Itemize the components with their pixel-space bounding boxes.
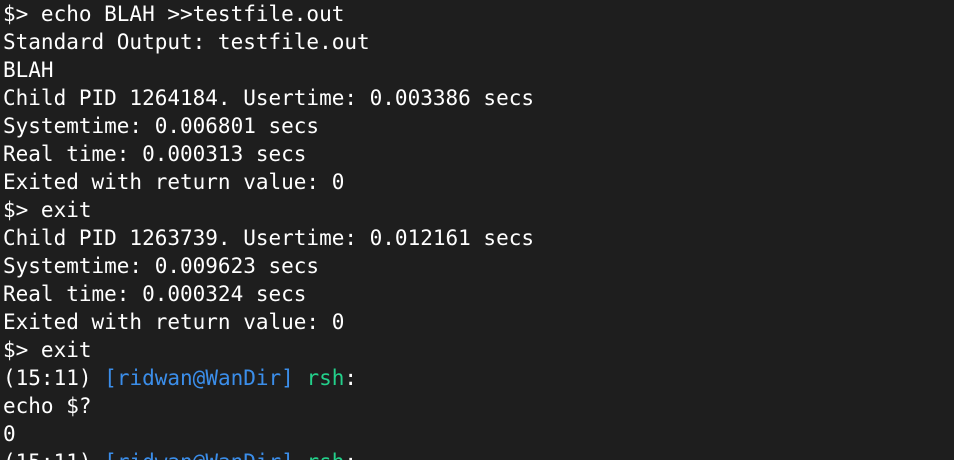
- terminal-line: $> echo BLAH >>testfile.out: [3, 2, 345, 26]
- terminal-line: Exited with return value: 0: [3, 310, 345, 334]
- terminal-line: Systemtime: 0.009623 secs: [3, 254, 320, 278]
- terminal-line: BLAH: [3, 58, 54, 82]
- terminal-line: Systemtime: 0.006801 secs: [3, 114, 320, 138]
- shell-prompt: (15:11) [ridwan@WanDir] rsh:: [3, 448, 954, 460]
- prompt-colon: :: [344, 366, 358, 390]
- prompt-time: (15:11): [3, 366, 92, 390]
- terminal-line: Real time: 0.000324 secs: [3, 282, 307, 306]
- prompt-time: (15:11): [3, 450, 92, 460]
- prompt-cwd: rsh: [306, 366, 345, 390]
- prompt-user-host: [ridwan@WanDir]: [104, 366, 294, 390]
- terminal-line: Exited with return value: 0: [3, 170, 345, 194]
- terminal-line: $> exit: [3, 338, 92, 362]
- prompt-colon: :: [344, 450, 357, 460]
- terminal-line: Real time: 0.000313 secs: [3, 142, 307, 166]
- prompt-cwd: rsh: [306, 450, 344, 460]
- terminal-line: Standard Output: testfile.out: [3, 30, 370, 54]
- terminal-window[interactable]: $> echo BLAH >>testfile.out Standard Out…: [0, 0, 954, 460]
- terminal-line: $> exit: [3, 198, 92, 222]
- prompt-user-host: [ridwan@WanDir]: [104, 450, 294, 460]
- terminal-output-line: 0: [3, 422, 16, 446]
- terminal-line: Child PID 1263739. Usertime: 0.012161 se…: [3, 226, 535, 250]
- shell-prompt: (15:11) [ridwan@WanDir] rsh:: [3, 364, 954, 392]
- terminal-command-line: echo $?: [3, 394, 92, 418]
- terminal-line: Child PID 1264184. Usertime: 0.003386 se…: [3, 86, 535, 110]
